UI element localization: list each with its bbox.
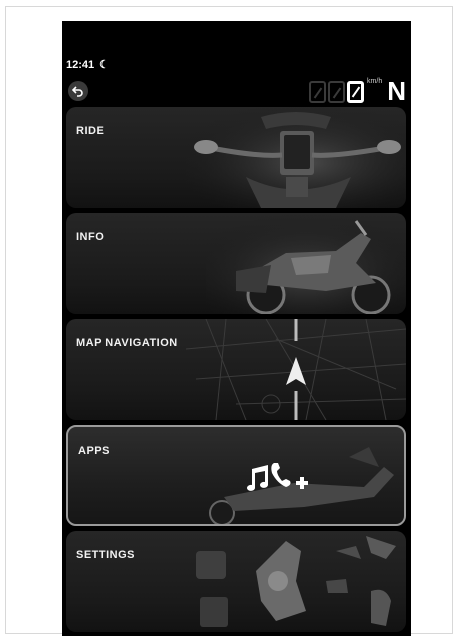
back-arrow-icon	[72, 86, 83, 97]
speed-unit: km/h	[367, 78, 383, 85]
menu-tile-label: APPS	[78, 445, 110, 457]
motorcycle-parts-image	[196, 536, 396, 627]
menu-tile-map-navigation[interactable]: MAP NAVIGATION	[66, 319, 406, 420]
back-button[interactable]	[68, 81, 88, 101]
menu-tile-apps[interactable]: APPS	[66, 425, 406, 526]
moon-icon: ☾	[99, 59, 110, 71]
music-note-icon	[247, 465, 268, 491]
speed-digit-inactive	[309, 81, 327, 103]
motorcycle-side-image	[206, 213, 406, 314]
menu-tile-ride[interactable]: RIDE	[66, 107, 406, 208]
clock-time: 12:41	[66, 58, 95, 71]
speed-digit-inactive	[328, 81, 346, 103]
menu-tile-info[interactable]: INFO	[66, 213, 406, 314]
menu-tile-label: INFO	[76, 231, 105, 243]
gear-indicator: N	[387, 76, 406, 106]
status-bar: 12:41 ☾	[66, 58, 110, 72]
phone-icon	[271, 463, 291, 487]
dashboard-screen: 12:41 ☾ km/h N RIDE INFO MAP NAVIGATION …	[62, 21, 411, 636]
map-background-image	[185, 319, 406, 420]
menu-tile-settings[interactable]: SETTINGS	[66, 531, 406, 632]
speed-digit-value	[347, 81, 365, 103]
menu-tile-label: RIDE	[76, 125, 105, 137]
motorcycle-cockpit-image	[186, 107, 406, 208]
apps-motorcycle-image	[209, 447, 394, 524]
menu-tile-label: SETTINGS	[76, 549, 136, 561]
speedometer: km/h N	[309, 76, 406, 106]
